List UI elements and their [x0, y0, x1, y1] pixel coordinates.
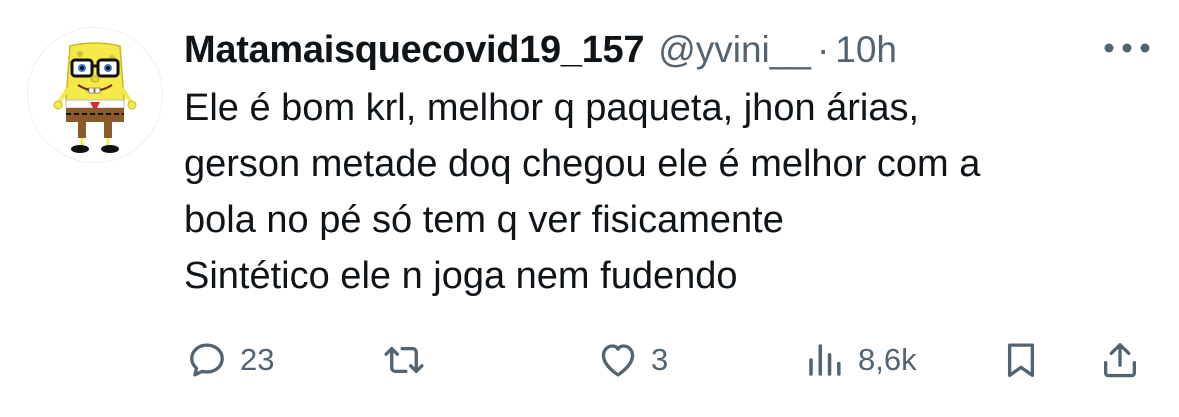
- share-button[interactable]: [1099, 330, 1141, 390]
- separator-dot: ·: [816, 29, 830, 70]
- reply-bubble-icon: [190, 343, 224, 377]
- share-upload-icon: [1103, 343, 1137, 378]
- more-options-button[interactable]: [1098, 30, 1156, 66]
- spongebob-avatar-icon: [28, 28, 162, 162]
- avatar[interactable]: [27, 27, 163, 163]
- like-button[interactable]: 3: [597, 330, 668, 390]
- tweet-text-line: bola no pé só tem q ver fisicamente: [184, 199, 784, 241]
- tweet-text: Ele é bom krl, melhor q paqueta, jhon ár…: [184, 80, 1144, 304]
- reply-button[interactable]: 23: [186, 330, 274, 390]
- repost-button[interactable]: [383, 330, 437, 390]
- views-button[interactable]: 8,6k: [804, 330, 917, 390]
- tweet-time[interactable]: 10h: [835, 29, 897, 71]
- reply-count: 23: [240, 342, 275, 377]
- like-count: 3: [651, 342, 669, 377]
- tweet-text-line: Ele é bom krl, melhor q paqueta, jhon ár…: [184, 87, 920, 129]
- bookmark-icon: [1007, 343, 1035, 378]
- views-bars-icon: [809, 344, 841, 376]
- bookmark-button[interactable]: [1000, 330, 1042, 390]
- tweet-text-line: gerson metade doq chegou ele é melhor co…: [184, 143, 981, 185]
- heart-icon: [601, 344, 635, 377]
- more-dots-icon: [1104, 43, 1150, 53]
- tweet-header: Matamaisquecovid19_157 @yvini__ · 10h: [184, 24, 897, 76]
- author-name[interactable]: Matamaisquecovid19_157: [184, 29, 645, 72]
- repost-arrows-icon: [384, 346, 424, 374]
- tweet-actions-bar: 23 3 8,6k: [0, 330, 1179, 390]
- author-handle[interactable]: @yvini__: [658, 29, 811, 71]
- tweet-text-line: Sintético ele n joga nem fudendo: [184, 255, 738, 297]
- views-count: 8,6k: [858, 342, 917, 377]
